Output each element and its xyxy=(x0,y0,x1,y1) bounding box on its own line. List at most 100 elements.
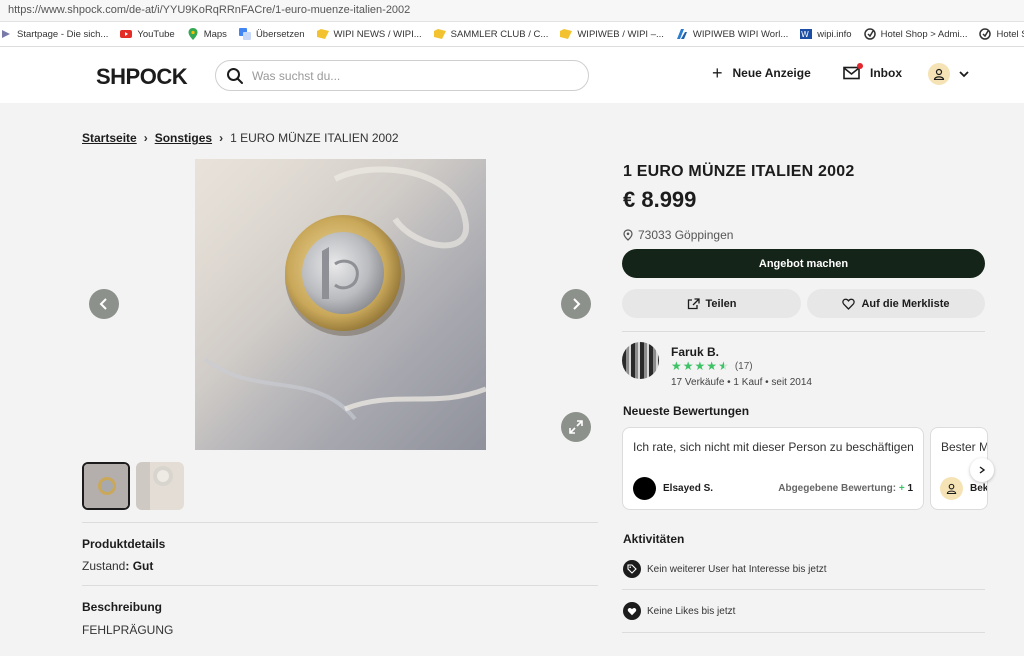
url-text[interactable]: https://www.shpock.com/de-at/i/YYU9KoRqR… xyxy=(8,4,410,16)
bookmark-maps[interactable]: Maps xyxy=(187,28,227,40)
given-rating: Abgegebene Bewertung: + 1 xyxy=(778,483,913,494)
given-rating-value: 1 xyxy=(907,483,913,494)
bookmark-hotel-shop-admin[interactable]: Hotel Shop > Admi... xyxy=(863,28,968,40)
share-button[interactable]: Teilen xyxy=(622,289,801,318)
location-pin-icon xyxy=(623,229,633,241)
add-to-watchlist-button[interactable]: Auf die Merkliste xyxy=(807,289,985,318)
bookmark-wipiweb[interactable]: WIPIWEB / WIPI –... xyxy=(560,28,664,40)
rating-count: (17) xyxy=(734,360,753,372)
bookmark-label: WIPIWEB WIPI Worl... xyxy=(692,28,789,40)
product-details-title: Produktdetails xyxy=(82,537,166,551)
bookmark-translate[interactable]: Übersetzen xyxy=(238,28,305,40)
listing-title: 1 EURO MÜNZE ITALIEN 2002 xyxy=(623,163,855,180)
user-avatar-icon xyxy=(928,63,950,85)
breadcrumb-home[interactable]: Startseite xyxy=(82,131,137,145)
listing-location[interactable]: 73033 Göppingen xyxy=(623,228,733,242)
seller-name[interactable]: Faruk B. xyxy=(671,345,719,359)
divider xyxy=(622,331,985,332)
user-menu[interactable] xyxy=(928,63,969,85)
startpage-icon xyxy=(0,28,12,40)
folder-icon xyxy=(316,28,329,40)
divider xyxy=(622,589,985,590)
divider xyxy=(82,522,598,523)
shpock-logo[interactable]: SHPOCK xyxy=(96,64,188,90)
gallery-thumbnail-2[interactable] xyxy=(136,462,184,510)
translate-icon xyxy=(238,28,251,40)
browser-address-bar[interactable]: https://www.shpock.com/de-at/i/YYU9KoRqR… xyxy=(0,0,1024,22)
breadcrumb-category[interactable]: Sonstiges xyxy=(155,131,212,145)
product-main-image[interactable] xyxy=(195,159,486,450)
plus-icon: + xyxy=(898,483,905,494)
chevron-left-icon xyxy=(99,298,107,310)
bookmark-label: Hotel Shop xyxy=(996,28,1024,40)
activity-likes: Keine Likes bis jetzt xyxy=(623,602,735,620)
description-title: Beschreibung xyxy=(82,600,163,614)
notification-dot xyxy=(857,63,863,69)
reviews-title: Neueste Bewertungen xyxy=(623,404,750,418)
divider xyxy=(622,632,985,633)
reviewer-avatar-icon xyxy=(940,477,963,500)
chevron-right-icon: › xyxy=(143,131,148,145)
search-input[interactable] xyxy=(252,68,552,83)
target-icon xyxy=(979,28,992,40)
envelope-icon xyxy=(843,63,863,80)
seller-avatar[interactable] xyxy=(622,342,659,379)
half-star-icon: ★ xyxy=(718,359,729,373)
wipi-icon: W xyxy=(800,28,813,40)
heart-icon xyxy=(842,298,856,310)
review-card[interactable]: Ich rate, sich nicht mit dieser Person z… xyxy=(622,427,924,510)
search-icon xyxy=(227,67,243,84)
activity-interest: Kein weiterer User hat Interesse bis jet… xyxy=(623,560,827,578)
bookmarks-bar: Startpage - Die sich... YouTube Maps Übe… xyxy=(0,22,1024,47)
gallery-prev-button[interactable] xyxy=(89,289,119,319)
condition-row: Zustand: Gut xyxy=(82,559,153,573)
bookmark-label: Hotel Shop > Admi... xyxy=(880,28,968,40)
new-ad-button[interactable]: + Neue Anzeige xyxy=(712,63,811,83)
condition-label: Zustand xyxy=(82,559,126,573)
condition-value: : Gut xyxy=(125,559,154,573)
location-text: 73033 Göppingen xyxy=(638,228,734,242)
target-icon xyxy=(863,28,876,40)
star-icon: ★ xyxy=(682,359,694,373)
bookmark-label: Übersetzen xyxy=(255,28,305,40)
bookmark-label: Startpage - Die sich... xyxy=(17,28,109,40)
new-ad-label: Neue Anzeige xyxy=(732,66,811,80)
heart-icon xyxy=(623,602,641,620)
chevron-down-icon xyxy=(959,71,969,78)
star-icon: ★ xyxy=(671,359,682,373)
youtube-icon xyxy=(120,28,133,40)
share-label: Teilen xyxy=(705,297,737,310)
given-rating-label: Abgegebene Bewertung: xyxy=(778,483,897,494)
listing-price: € 8.999 xyxy=(623,187,697,212)
gallery-next-button[interactable] xyxy=(561,289,591,319)
divider xyxy=(82,585,598,586)
fullscreen-button[interactable] xyxy=(561,412,591,442)
review-text: Bester Ma xyxy=(941,440,987,454)
reviews-next-button[interactable] xyxy=(970,458,994,482)
bookmark-wipi-news[interactable]: WIPI NEWS / WIPI... xyxy=(316,28,422,40)
make-offer-button[interactable]: Angebot machen xyxy=(622,249,985,278)
gallery-thumbnail-1[interactable] xyxy=(82,462,130,510)
bookmark-label: WIPIWEB / WIPI –... xyxy=(577,28,664,40)
reviewer-name: Bek xyxy=(970,483,988,494)
review-text: Ich rate, sich nicht mit dieser Person z… xyxy=(633,440,914,454)
inbox-button[interactable]: Inbox xyxy=(843,63,902,80)
search-bar[interactable] xyxy=(215,60,589,91)
bookmark-youtube[interactable]: YouTube xyxy=(120,28,175,40)
bookmark-sammler-club[interactable]: SAMMLER CLUB / C... xyxy=(433,28,548,40)
activity-text: Kein weiterer User hat Interesse bis jet… xyxy=(647,563,827,575)
thumbnail-image xyxy=(136,462,184,510)
activities-title: Aktivitäten xyxy=(623,532,685,546)
plus-icon: + xyxy=(712,63,723,83)
expand-icon xyxy=(569,420,583,434)
star-icon: ★ xyxy=(706,359,718,373)
bookmark-wipi-info[interactable]: W wipi.info xyxy=(800,28,852,40)
breadcrumb-current: 1 EURO MÜNZE ITALIEN 2002 xyxy=(230,131,399,145)
bookmark-hotel-shop[interactable]: Hotel Shop xyxy=(979,28,1024,40)
reviewer-name: Elsayed S. xyxy=(663,483,714,494)
bookmark-startpage[interactable]: Startpage - Die sich... xyxy=(0,28,108,40)
seller-rating: ★ ★ ★ ★ ★ (17) xyxy=(671,360,753,372)
folder-icon xyxy=(560,28,573,40)
bookmark-wipiweb-world[interactable]: WIPIWEB WIPI Worl... xyxy=(676,28,788,40)
thumbnail-image xyxy=(84,464,128,508)
